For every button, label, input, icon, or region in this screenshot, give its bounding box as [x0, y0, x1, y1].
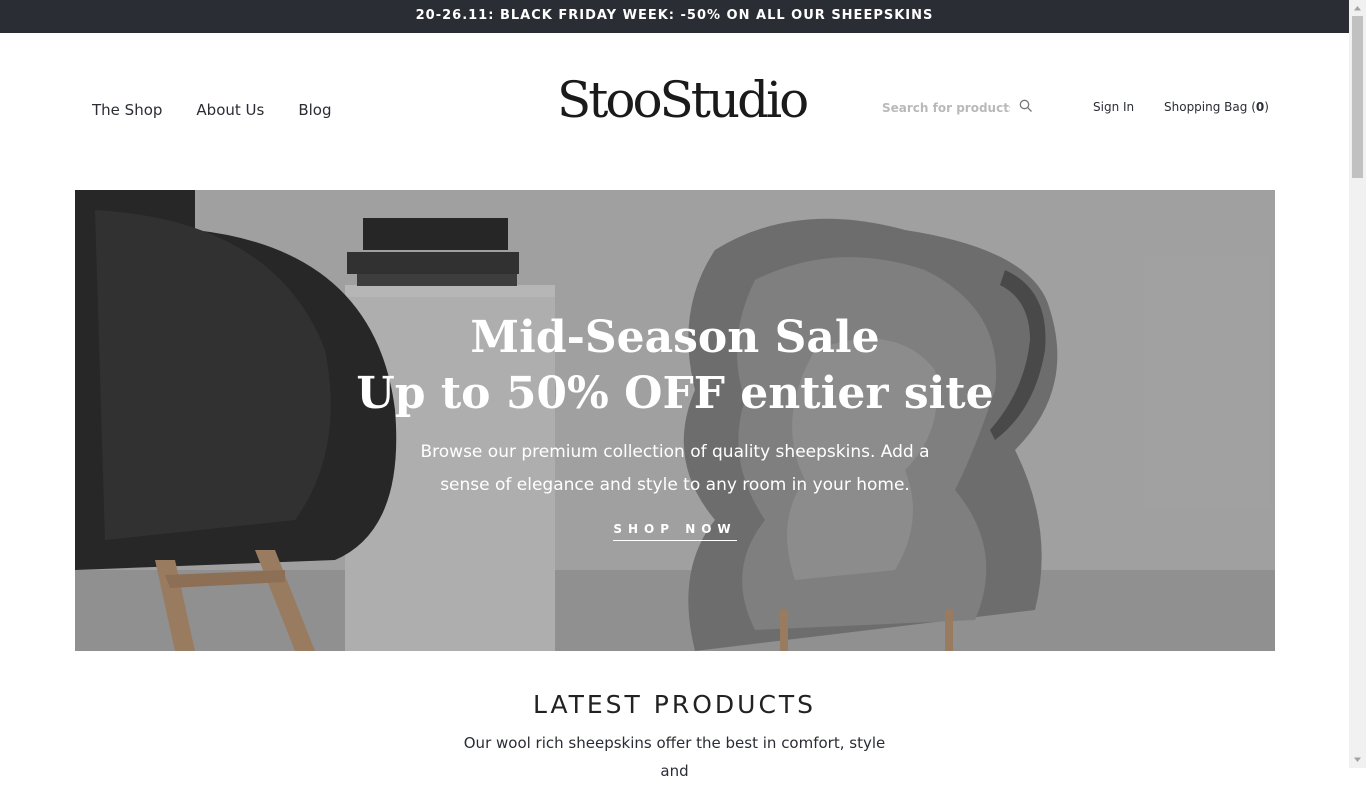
search-box [882, 99, 1032, 119]
scrollbar-thumb[interactable] [1352, 16, 1363, 178]
nav-about-us[interactable]: About Us [196, 101, 264, 119]
latest-products-text: Our wool rich sheepskins offer the best … [463, 734, 886, 780]
nav-blog[interactable]: Blog [298, 101, 331, 119]
hero-title: Mid-Season Sale Up to 50% OFF entier sit… [75, 310, 1275, 422]
site-logo[interactable]: StooStudio [557, 71, 809, 129]
shopping-bag-link[interactable]: Shopping Bag (0) [1164, 100, 1269, 114]
search-icon[interactable] [1019, 99, 1033, 113]
scroll-up-icon[interactable] [1352, 3, 1363, 14]
main-nav: The Shop About Us Blog [92, 101, 366, 119]
shop-now-button[interactable]: SHOP NOW [613, 522, 737, 541]
announcement-bar: 20-26.11: BLACK FRIDAY WEEK: -50% ON ALL… [0, 0, 1349, 33]
hero-description: Browse our premium collection of quality… [420, 442, 930, 495]
sign-in-link[interactable]: Sign In [1093, 100, 1134, 114]
scroll-down-icon[interactable] [1352, 754, 1363, 765]
hero-title-line1: Mid-Season Sale [470, 312, 880, 363]
latest-products-heading: LATEST PRODUCTS [532, 690, 817, 719]
nav-the-shop[interactable]: The Shop [92, 101, 162, 119]
shopping-bag-label: Shopping Bag ( [1164, 100, 1256, 114]
shopping-bag-close: ) [1264, 100, 1269, 114]
latest-products-section: LATEST PRODUCTS Our wool rich sheepskins… [0, 690, 1349, 785]
search-input[interactable] [882, 101, 1010, 115]
hero-banner: Mid-Season Sale Up to 50% OFF entier sit… [75, 190, 1275, 651]
shopping-bag-count: 0 [1255, 100, 1265, 114]
hero-content: Mid-Season Sale Up to 50% OFF entier sit… [75, 310, 1275, 541]
site-header: The Shop About Us Blog StooStudio Sign I… [0, 33, 1349, 190]
hero-title-line2: Up to 50% OFF entier site [356, 368, 994, 419]
